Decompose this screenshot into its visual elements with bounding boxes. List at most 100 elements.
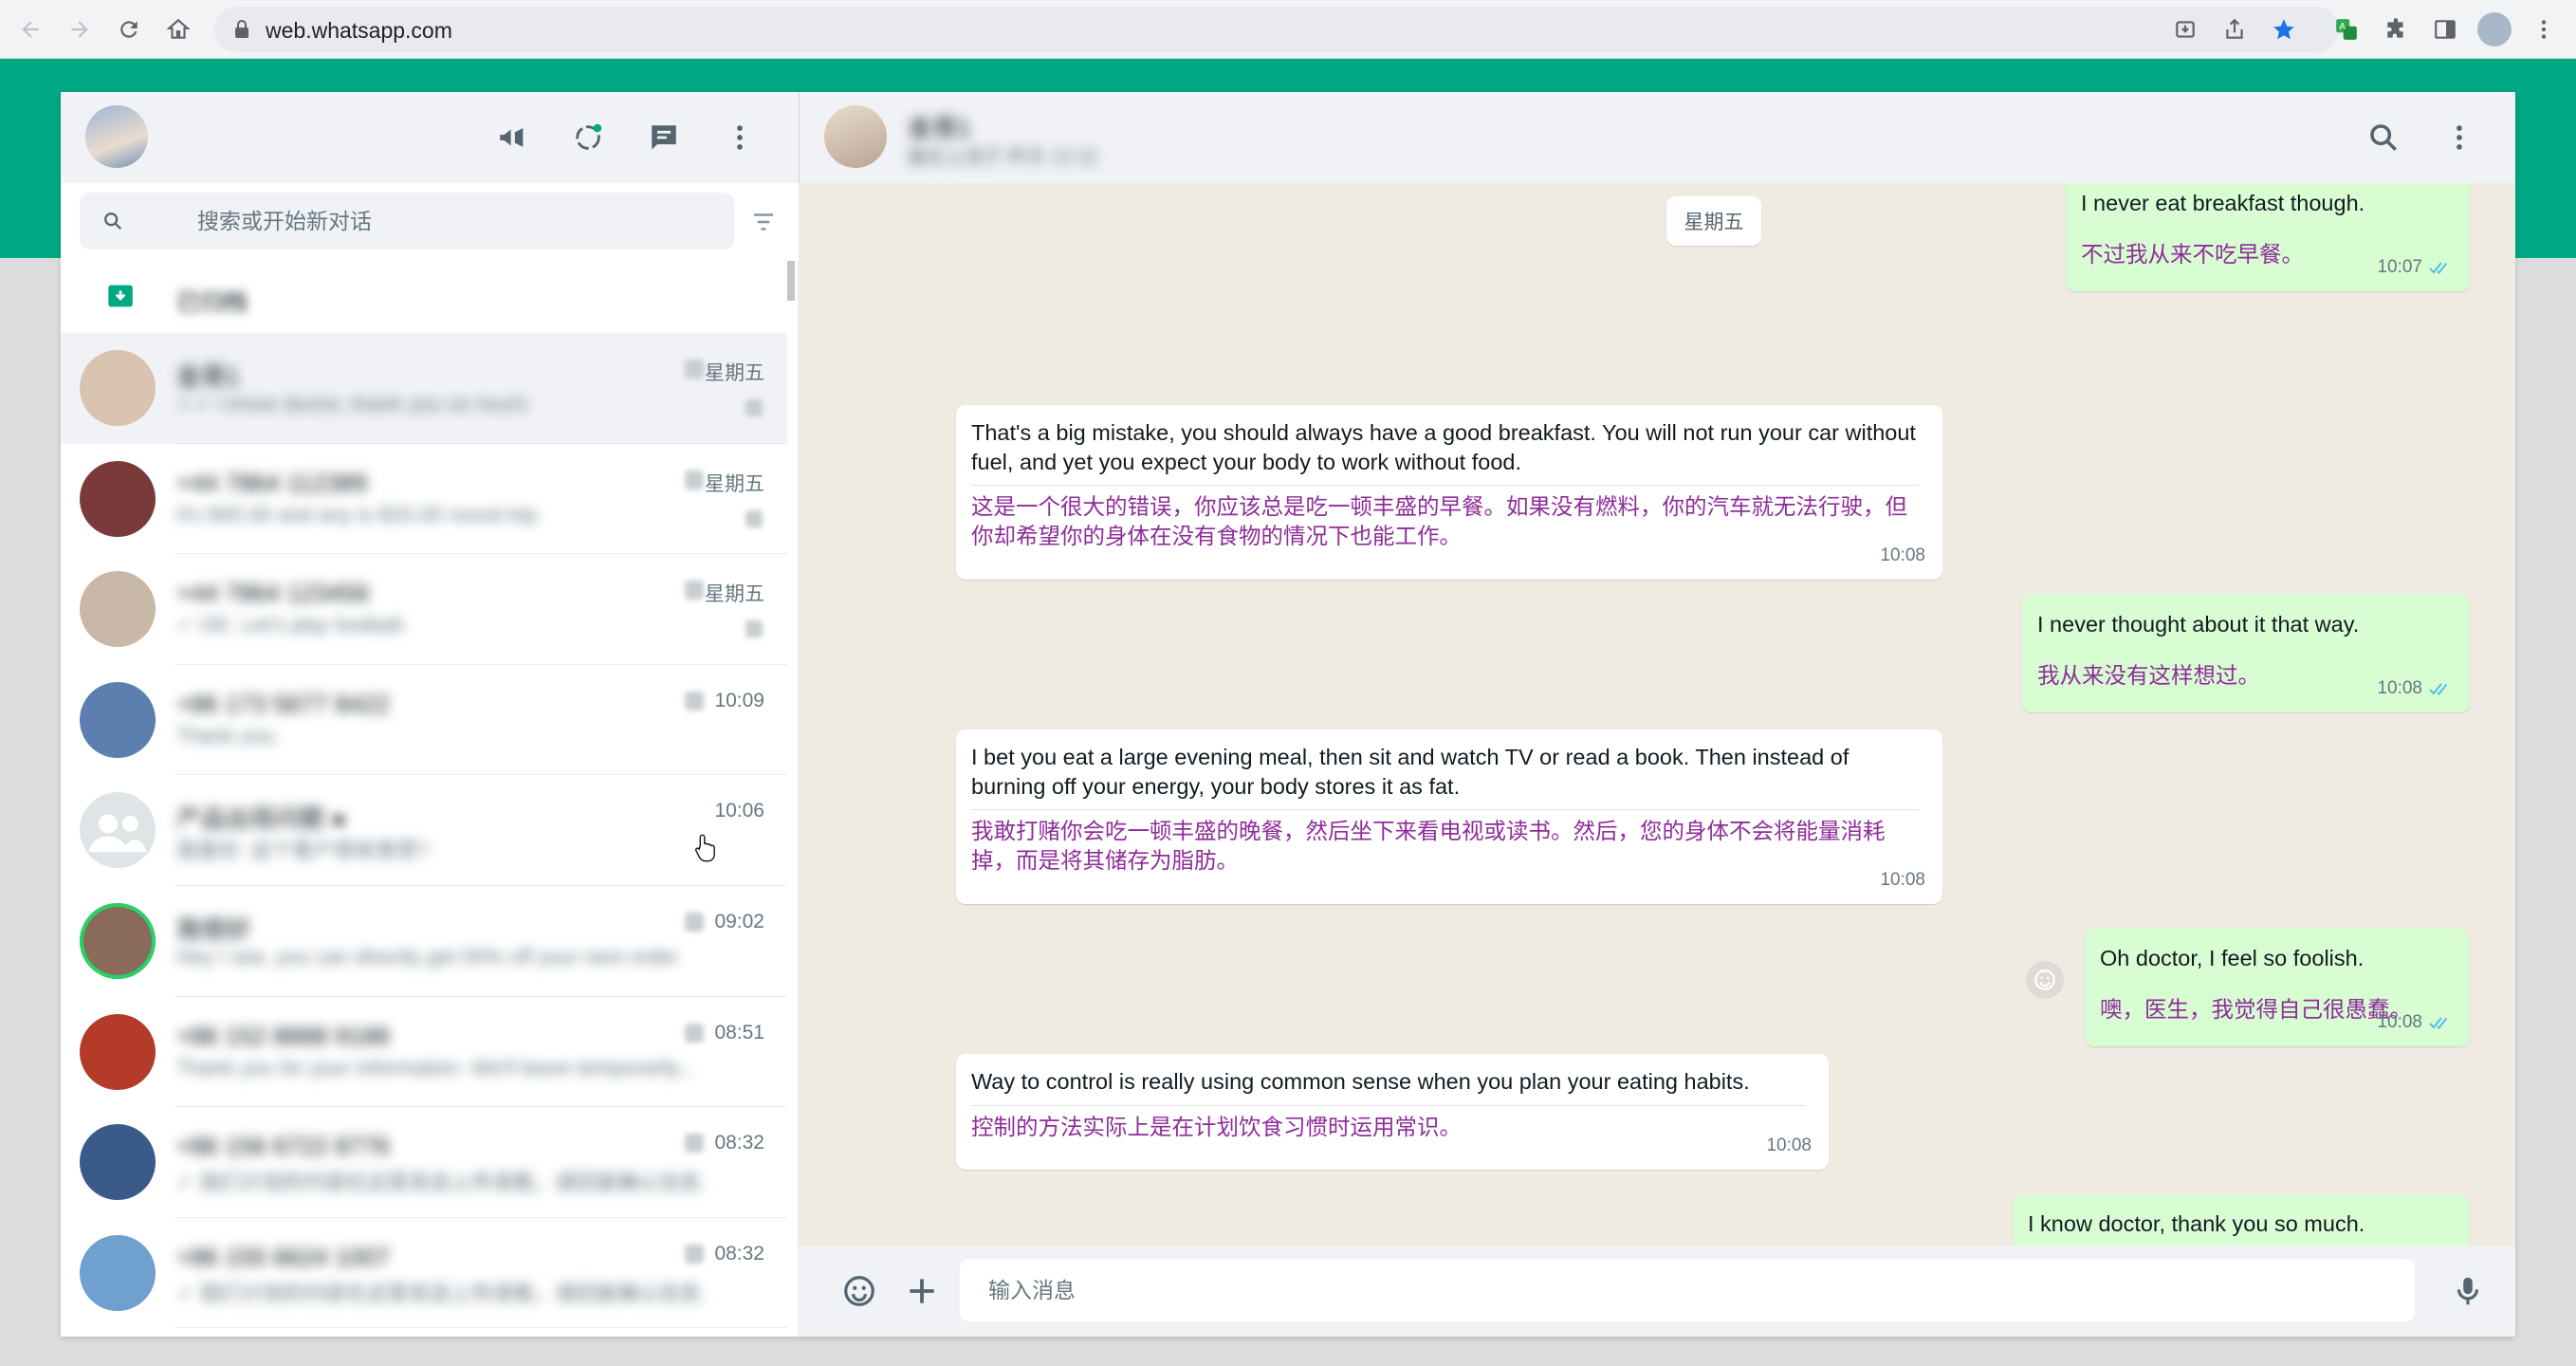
archived-row[interactable]: 已归档 (61, 261, 787, 333)
search-box[interactable] (80, 193, 734, 249)
message-text: I never eat breakfast though. (2081, 191, 2365, 215)
pin-icon (745, 620, 763, 638)
emoji-react-icon[interactable] (2026, 961, 2064, 999)
chat-time: 08:32 (714, 1242, 764, 1264)
chat-list-item[interactable]: +44 7864 112389 It's $40.00 and any is $2… (61, 443, 787, 555)
conversation-header[interactable]: 金哥1 最后上线于 昨天 15:32 (799, 92, 2515, 183)
incoming-message[interactable]: That's a big mistake, you should always … (956, 405, 1942, 580)
chat-time: 10:06 (714, 800, 764, 822)
chat-avatar (80, 1234, 156, 1311)
conversation-panel: 金哥1 最后上线于 昨天 15:32 星期五 I never eat break… (799, 92, 2515, 1337)
pin-icon (745, 399, 763, 416)
message-text: Way to control is really using common se… (971, 1069, 1750, 1094)
chat-list-item[interactable]: 我很好 Hey I see, you can directly get 50% o… (61, 885, 787, 997)
microphone-icon[interactable] (2447, 1270, 2489, 1312)
mute-icon (685, 1023, 704, 1043)
chat-avatar (80, 902, 156, 979)
chat-list-item[interactable]: 产品出现问题 ● 我喜欢: 这个客户很有意思? 10:06 (61, 775, 787, 886)
forward-icon[interactable] (63, 12, 97, 46)
divider (175, 1327, 787, 1329)
attach-plus-icon[interactable] (901, 1270, 943, 1312)
message-meta: 10:08 (1880, 541, 1925, 570)
url-text: web.whatsapp.com (266, 18, 452, 43)
extensions-puzzle-icon[interactable] (2379, 12, 2413, 46)
side-panel-icon[interactable] (2428, 12, 2462, 46)
mute-icon (685, 470, 704, 489)
contact-subtitle: 最后上线于 昨天 15:32 (908, 147, 1099, 168)
group-avatar (80, 792, 156, 869)
chat-name: +86 152 8888 9188 (176, 1021, 390, 1050)
mute-icon (685, 581, 704, 600)
chat-list-item[interactable]: +86 152 8888 9188 Thank you for your info… (61, 996, 787, 1108)
chat-name: +86 173 5677 8422 (176, 689, 390, 718)
new-chat-icon[interactable] (645, 119, 683, 157)
chat-time: 08:51 (714, 1021, 764, 1043)
chat-avatar (80, 1013, 156, 1090)
communities-megaphone-icon[interactable] (493, 119, 531, 157)
read-ticks-icon (2429, 1016, 2448, 1029)
share-icon[interactable] (2217, 12, 2252, 46)
message-input[interactable] (960, 1259, 2415, 1321)
contact-avatar[interactable] (824, 105, 887, 168)
translate-extension-icon[interactable]: A (2329, 12, 2364, 46)
message-translation: 控制的方法实际上是在计划饮食习惯时运用常识。 (971, 1115, 1462, 1139)
search-row (61, 183, 799, 261)
home-icon[interactable] (161, 12, 195, 46)
address-bar[interactable]: web.whatsapp.com (214, 7, 2339, 52)
incoming-message[interactable]: I bet you eat a large evening meal, then… (956, 729, 1942, 904)
outgoing-message[interactable]: I never eat breakfast though. 不过我从来不吃早餐。 1… (2066, 183, 2470, 291)
chat-avatar (80, 681, 156, 758)
status-icon[interactable] (569, 119, 607, 157)
install-icon[interactable] (2168, 12, 2202, 46)
chat-list-item[interactable]: +86 156 6722 8776 ✓ 我们计划的内容在这里发送上传请看。请回复确… (61, 1107, 787, 1218)
my-avatar[interactable] (85, 105, 148, 168)
chat-name: 产品出现问题 ● (176, 804, 346, 834)
chat-preview: ✓ 我们计划的内容在这里发送上传请看。请回复确认信息... (176, 1171, 708, 1195)
menu-dots-icon[interactable] (721, 119, 759, 157)
message-time: 10:08 (2377, 1012, 2422, 1032)
message-time: 10:08 (2377, 678, 2422, 698)
chat-list-scrollbar[interactable] (787, 261, 795, 301)
filter-icon[interactable] (749, 208, 778, 236)
mute-icon (685, 1244, 704, 1264)
profile-avatar[interactable] (2477, 12, 2512, 46)
chat-preview: Thank you for your information. We'll le… (176, 1055, 696, 1080)
translation-divider (971, 1105, 1806, 1106)
chat-name: 我很好 (176, 914, 251, 944)
translation-divider (971, 485, 1920, 486)
chat-time: 星期五 (705, 472, 764, 495)
date-separator: 星期五 (1666, 196, 1761, 246)
sidebar: 已归档 金哥1✓✓ I know doctor, thank you so mu… (61, 92, 799, 1337)
chat-time: 08:32 (714, 1132, 764, 1154)
chat-preview: Thank you. (176, 723, 280, 748)
mute-icon (685, 912, 704, 932)
message-area: 星期五 I never eat breakfast though. 不过我从来不吃… (799, 183, 2515, 1337)
menu-dots-icon[interactable] (2440, 119, 2478, 157)
chat-name: +44 7864 123456 (176, 579, 370, 608)
browser-toolbar: web.whatsapp.com A (0, 0, 2576, 59)
pin-icon (745, 509, 763, 527)
chat-list-item[interactable]: +86 155 6624 1007 ✓ 我们计划的内容在这里发送上传请看。请回复确… (61, 1217, 787, 1329)
bookmark-star-icon[interactable] (2267, 12, 2301, 46)
search-input[interactable] (197, 206, 709, 236)
message-text: That's a big mistake, you should always … (971, 420, 1916, 474)
search-icon[interactable] (2364, 119, 2402, 157)
emoji-icon[interactable] (838, 1270, 880, 1312)
chat-list-item[interactable]: +86 173 5677 8422 Thank you. 10:09 (61, 664, 787, 776)
back-icon[interactable] (13, 12, 47, 46)
outgoing-message[interactable]: Oh doctor, I feel so foolish. 噢，医生，我觉得自己很… (2085, 929, 2470, 1046)
browser-menu-icon[interactable] (2527, 12, 2561, 46)
reload-icon[interactable] (112, 12, 146, 46)
chat-preview: ✓✓ I know doctor, thank you so much. (176, 392, 533, 415)
chat-list-item[interactable]: +44 7864 123456 ✓ OK. Let's play football… (61, 554, 787, 665)
contact-name: 金哥1 (908, 114, 971, 142)
chat-preview: ✓ 我们计划的内容在这里发送上传请看。请回复确认信息... (176, 1281, 708, 1305)
chat-list-item[interactable]: 金哥1 ✓✓ I know doctor, thank you so much. 星… (61, 333, 787, 444)
message-time: 10:08 (1766, 1135, 1812, 1155)
chat-avatar (80, 1124, 156, 1201)
chat-avatar (80, 571, 156, 648)
sidebar-header (61, 92, 799, 183)
incoming-message[interactable]: Way to control is really using common se… (956, 1054, 1829, 1170)
outgoing-message[interactable]: I never thought about it that way. 我从来没有这… (2022, 595, 2470, 712)
archived-label: 已归档 (176, 289, 248, 316)
